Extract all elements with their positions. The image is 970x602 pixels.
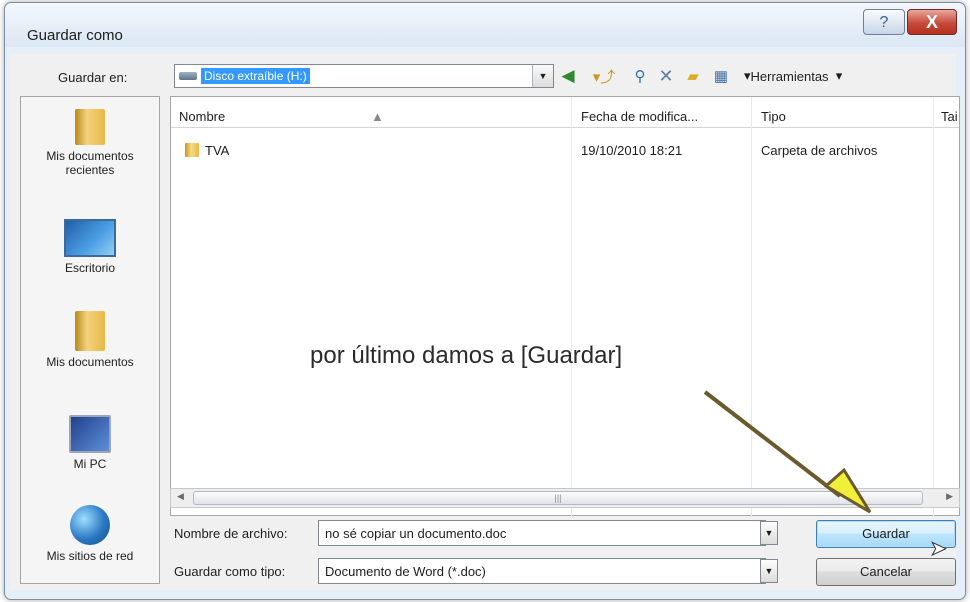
annotation-text: por último damos a [Guardar] — [310, 342, 623, 369]
mouse-pointer-icon: ➤ — [930, 538, 948, 561]
arrowhead-icon — [823, 467, 872, 514]
annotation-arrow — [703, 390, 872, 514]
